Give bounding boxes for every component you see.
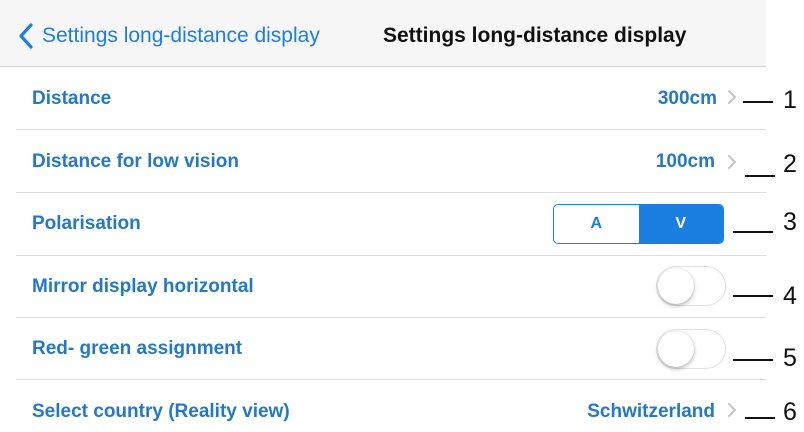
row-polarisation: Polarisation A V (0, 193, 804, 255)
row-label: Polarisation (32, 213, 141, 234)
row-red-green: Red- green assignment (0, 318, 804, 380)
row-label: Select country (Reality view) (32, 401, 290, 422)
page-title: Settings long-distance display (383, 24, 687, 47)
row-distance-low-vision[interactable]: Distance for low vision 100cm (0, 130, 804, 192)
back-button-label: Settings long-distance display (42, 24, 320, 47)
row-label: Mirror display horizontal (32, 276, 254, 297)
callout-number-5: 5 (783, 344, 797, 372)
callout-line (733, 295, 773, 297)
callout-number-6: 6 (783, 398, 797, 426)
navigation-bar: Settings long-distance display Settings … (0, 0, 766, 67)
row-distance[interactable]: Distance 300cm (0, 67, 804, 129)
callout-line (733, 359, 773, 361)
toggle-knob (658, 331, 694, 367)
callout-line (745, 175, 775, 177)
mirror-display-toggle[interactable] (656, 266, 726, 306)
back-button[interactable]: Settings long-distance display (16, 19, 320, 53)
segment-a[interactable]: A (554, 205, 639, 243)
settings-screen: Settings long-distance display Settings … (0, 0, 804, 432)
chevron-right-icon (728, 90, 736, 104)
segment-v[interactable]: V (638, 205, 723, 243)
chevron-left-icon (19, 23, 33, 49)
callout-number-2: 2 (783, 150, 797, 178)
red-green-toggle[interactable] (656, 329, 726, 369)
callout-number-1: 1 (783, 86, 797, 114)
callout-line (745, 417, 775, 419)
callout-number-3: 3 (783, 208, 797, 236)
callout-line (733, 231, 773, 233)
polarisation-segmented-control[interactable]: A V (553, 204, 724, 244)
callout-line (743, 101, 773, 103)
row-value: 100cm (655, 151, 715, 172)
toggle-knob (658, 268, 694, 304)
row-mirror-display: Mirror display horizontal (0, 256, 804, 318)
row-label: Distance (32, 88, 112, 109)
callout-number-4: 4 (783, 282, 797, 310)
row-label: Distance for low vision (32, 151, 239, 172)
row-value: Schwitzerland (587, 401, 715, 422)
row-value: 300cm (657, 88, 717, 109)
chevron-right-icon (728, 403, 736, 417)
chevron-right-icon (728, 155, 736, 169)
row-label: Red- green assignment (32, 338, 243, 359)
row-select-country[interactable]: Select country (Reality view) Schwitzerl… (0, 380, 804, 432)
